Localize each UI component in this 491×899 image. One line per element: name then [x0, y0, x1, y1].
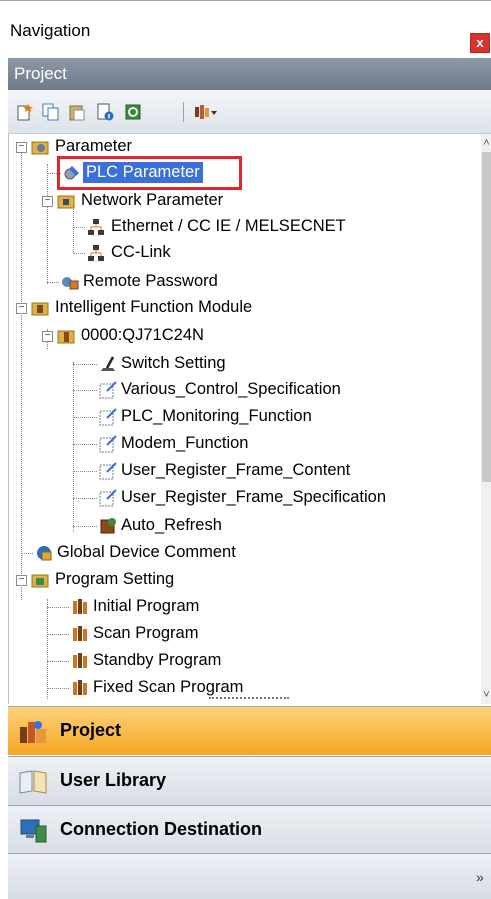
- network-folder-icon: [57, 195, 75, 209]
- tree-item-label: Various_Control_Specification: [121, 380, 341, 398]
- tree-item-intelligent-function-module[interactable]: − Intelligent Function Module: [9, 295, 469, 321]
- navigation-bottom-bar: »: [8, 853, 491, 899]
- program-folder-icon: [31, 574, 49, 588]
- network-node-icon: [88, 245, 104, 261]
- tree-item-label: Parameter: [55, 137, 133, 155]
- tree-item-label: Modem_Function: [121, 434, 249, 452]
- navigation-toolbar: [8, 90, 491, 134]
- connection-destination-icon: [20, 819, 47, 843]
- tree-item-label: 0000:QJ71C24N: [81, 326, 204, 344]
- tree-item-program-setting[interactable]: − Program Setting: [9, 567, 469, 593]
- section-connection-destination[interactable]: Connection Destination: [8, 805, 491, 854]
- tree-item-label: Standby Program: [93, 651, 222, 669]
- section-project[interactable]: Project: [8, 706, 491, 755]
- tree-item-remote-password[interactable]: Remote Password: [9, 269, 469, 295]
- device-comment-icon: [37, 546, 52, 561]
- tree-item-label: PLC_Monitoring_Function: [121, 407, 312, 425]
- paste-icon[interactable]: [68, 103, 86, 121]
- tree-item-label: User_Register_Frame_Content: [121, 461, 351, 479]
- tree-item-switch-setting[interactable]: Switch Setting: [9, 351, 469, 377]
- collapse-icon[interactable]: −: [42, 196, 53, 207]
- section-label: Project: [60, 720, 122, 740]
- module-folder-icon: [31, 302, 49, 316]
- auto-refresh-icon: [100, 518, 116, 534]
- tree-item-label: Intelligent Function Module: [55, 298, 253, 316]
- remote-password-icon: [62, 277, 79, 290]
- collapse-icon[interactable]: −: [16, 303, 27, 314]
- program-icon: [73, 653, 87, 668]
- tree-item-label: CC-Link: [111, 243, 171, 261]
- tree-item-label: Initial Program: [93, 597, 200, 615]
- setting-icon: [99, 381, 117, 399]
- tree-item-global-device-comment[interactable]: Global Device Comment: [9, 540, 469, 566]
- setting-icon: [99, 435, 117, 453]
- program-icon: [73, 599, 87, 614]
- tree-item-qj71c24n[interactable]: − 0000:QJ71C24N: [9, 323, 469, 349]
- tree-item-label: Remote Password: [83, 272, 218, 290]
- tree-item-various-control-specification[interactable]: Various_Control_Specification: [9, 377, 469, 403]
- program-icon: [73, 626, 87, 641]
- collapse-icon[interactable]: −: [16, 575, 27, 586]
- vertical-scrollbar[interactable]: ˄ ˅: [481, 134, 491, 704]
- annotation-highlight-box: [57, 156, 242, 190]
- tree-item-standby-program[interactable]: Standby Program: [9, 648, 469, 674]
- window-title: Navigation: [10, 21, 91, 40]
- scrollbar-thumb[interactable]: [482, 152, 491, 482]
- parameter-folder-icon: [31, 141, 49, 155]
- tree-item-cc-link[interactable]: CC-Link: [9, 240, 469, 266]
- tree-item-label: Scan Program: [93, 624, 199, 642]
- library-icon: [19, 770, 47, 794]
- switch-setting-icon: [101, 356, 115, 371]
- more-options-icon[interactable]: »: [476, 869, 484, 885]
- tree-item-auto-refresh[interactable]: Auto_Refresh: [9, 513, 469, 539]
- tree-item-scan-program[interactable]: Scan Program: [9, 621, 469, 647]
- section-label: User Library: [60, 770, 167, 790]
- project-tree: − Parameter PLC Parameter − Network Para…: [8, 134, 491, 704]
- filter-dropdown-icon[interactable]: [194, 103, 218, 121]
- tree-item-label: Fixed Scan Program: [93, 678, 244, 696]
- section-label: Connection Destination: [60, 819, 262, 839]
- section-user-library[interactable]: User Library: [8, 756, 491, 805]
- toolbar-separator: [183, 102, 184, 122]
- module-icon: [57, 330, 75, 344]
- tree-item-label: Switch Setting: [121, 354, 226, 372]
- refresh-icon[interactable]: [124, 103, 142, 121]
- tree-item-modem-function[interactable]: Modem_Function: [9, 431, 469, 457]
- tree-item-label: Program Setting: [55, 570, 175, 588]
- tree-item-label: Auto_Refresh: [121, 516, 222, 534]
- setting-icon: [99, 408, 117, 426]
- program-icon: [73, 680, 87, 695]
- tree-item-initial-program[interactable]: Initial Program: [9, 594, 469, 620]
- copy-icon[interactable]: [42, 103, 60, 121]
- scroll-up-icon[interactable]: ˄: [481, 136, 491, 150]
- tree-item-label: User_Register_Frame_Specification: [121, 488, 387, 506]
- project-section-icon: [20, 721, 46, 743]
- tree-item-plc-monitoring-function[interactable]: PLC_Monitoring_Function: [9, 404, 469, 430]
- collapse-icon[interactable]: −: [16, 142, 27, 153]
- network-node-icon: [88, 219, 104, 235]
- property-icon[interactable]: [96, 103, 114, 121]
- navigation-titlebar: Navigation x: [0, 0, 491, 53]
- tree-item-ethernet[interactable]: Ethernet / CC IE / MELSECNET: [9, 214, 469, 240]
- tree-item-user-register-frame-specification[interactable]: User_Register_Frame_Specification: [9, 485, 469, 511]
- resize-grip[interactable]: [209, 697, 289, 702]
- close-button[interactable]: x: [470, 33, 490, 53]
- scroll-down-icon[interactable]: ˅: [481, 688, 491, 702]
- tree-item-user-register-frame-content[interactable]: User_Register_Frame_Content: [9, 458, 469, 484]
- new-data-icon[interactable]: [16, 103, 34, 121]
- panel-header-label: Project: [14, 64, 67, 83]
- project-panel-header: Project: [8, 58, 491, 90]
- tree-item-network-parameter[interactable]: − Network Parameter: [9, 188, 469, 214]
- tree-item-label: Global Device Comment: [57, 543, 236, 561]
- setting-icon: [99, 462, 117, 480]
- collapse-icon[interactable]: −: [42, 331, 53, 342]
- setting-icon: [99, 489, 117, 507]
- tree-item-label: Ethernet / CC IE / MELSECNET: [111, 217, 346, 235]
- tree-item-label: Network Parameter: [81, 191, 224, 209]
- close-icon: x: [476, 35, 484, 50]
